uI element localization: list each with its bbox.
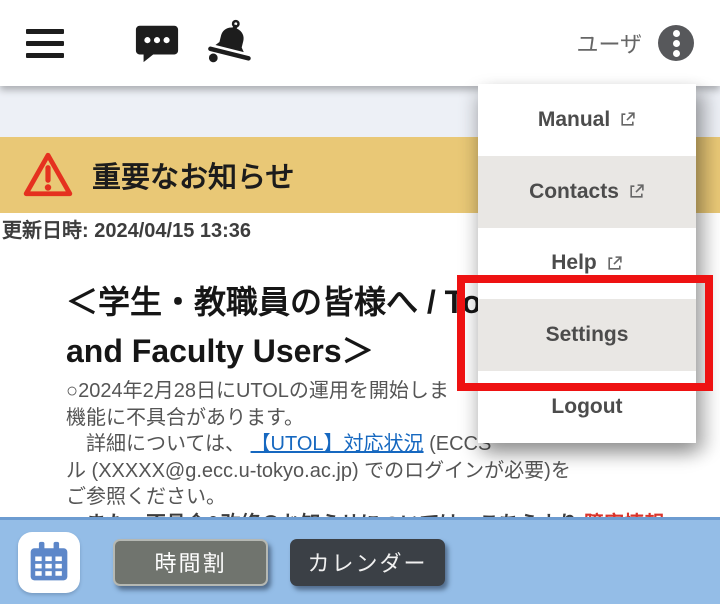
messages-icon[interactable] bbox=[134, 23, 180, 63]
menu-item-label: Help bbox=[551, 251, 597, 275]
calendar-icon bbox=[30, 541, 68, 581]
user-dropdown-menu: Manual Contacts Help Settings Logout bbox=[478, 84, 696, 443]
menu-item-label: Manual bbox=[537, 107, 611, 131]
external-link-icon bbox=[621, 112, 635, 126]
menu-item-label: Settings bbox=[545, 323, 629, 347]
notice-text-line: ル (XXXXX@g.ecc.u-tokyo.ac.jp) でのログインが必要)… bbox=[66, 459, 571, 482]
updated-timestamp: 更新日時: 2024/04/15 13:36 bbox=[2, 220, 252, 242]
menu-item-contacts[interactable]: Contacts bbox=[478, 155, 696, 228]
external-link-icon bbox=[630, 184, 644, 198]
notice-text-line: ご参照ください。 bbox=[66, 486, 226, 508]
timetable-button[interactable]: 時間割 bbox=[113, 538, 268, 586]
notice-heading-line1: ＜学生・教職員の皆様へ / To S bbox=[66, 284, 512, 320]
bottom-toolbar: 時間割 カレンダー bbox=[0, 517, 720, 604]
menu-item-label: Logout bbox=[551, 395, 623, 419]
notice-heading-line2: and Faculty Users＞ bbox=[66, 333, 374, 369]
hamburger-menu-icon[interactable] bbox=[26, 28, 64, 58]
menu-item-manual[interactable]: Manual bbox=[478, 84, 696, 156]
calendar-button[interactable]: カレンダー bbox=[290, 538, 445, 586]
menu-item-logout[interactable]: Logout bbox=[478, 371, 696, 443]
notifications-bell-icon[interactable] bbox=[206, 18, 256, 68]
warning-triangle-icon bbox=[23, 152, 73, 197]
calendar-app-tile[interactable] bbox=[18, 531, 80, 593]
external-link-icon bbox=[608, 256, 622, 270]
kebab-menu-icon[interactable] bbox=[658, 25, 694, 61]
menu-item-label: Contacts bbox=[529, 179, 619, 203]
user-label: ユーザ bbox=[576, 32, 642, 57]
notice-detail-prefix: 詳細については、 bbox=[66, 433, 251, 455]
utol-status-link[interactable]: 【UTOL】対応状況 bbox=[251, 433, 424, 455]
menu-item-help[interactable]: Help bbox=[478, 228, 696, 300]
menu-item-settings[interactable]: Settings bbox=[478, 299, 696, 372]
banner-title: 重要なお知らせ bbox=[92, 162, 295, 194]
top-bar: ユーザ bbox=[0, 0, 720, 86]
